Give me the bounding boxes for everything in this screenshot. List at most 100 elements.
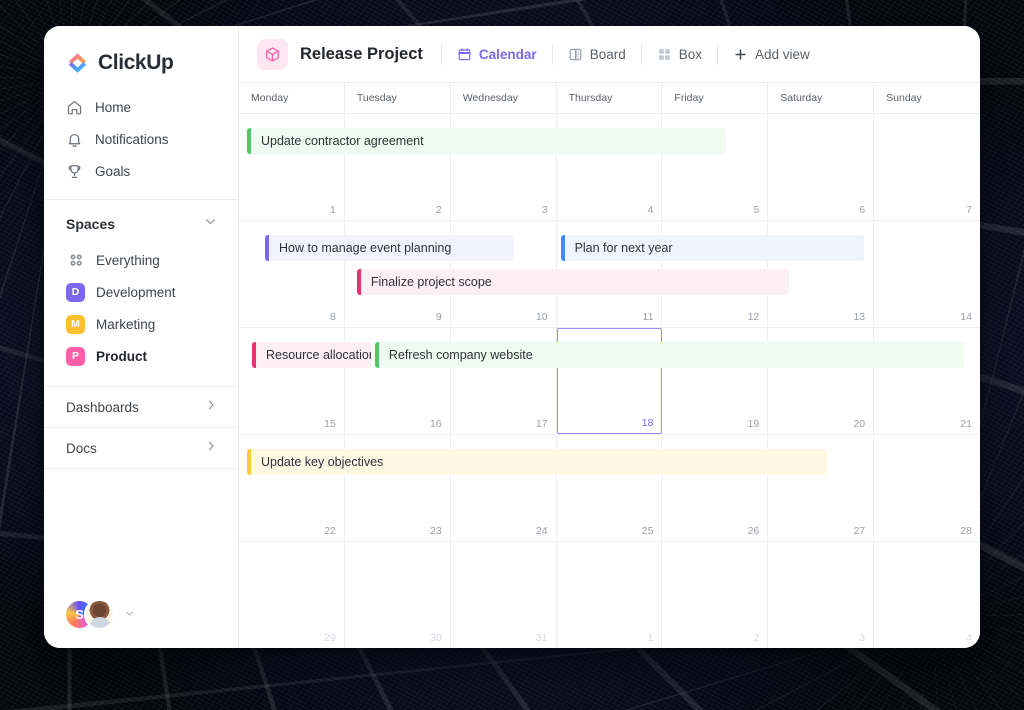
week-grid: 29 30 31 1 2 3 4 <box>239 542 980 648</box>
calendar-weeks: 1234567Update contractor agreement891011… <box>239 114 980 648</box>
sidebar-divider-4 <box>44 468 238 469</box>
day-of-week-wednesday: Wednesday <box>451 83 557 113</box>
event-title: Update key objectives <box>251 455 383 469</box>
calendar-week-row: 891011121314How to manage event planning… <box>239 221 980 328</box>
day-number: 11 <box>643 311 654 323</box>
day-of-week-thursday: Thursday <box>557 83 663 113</box>
calendar-day-cell[interactable]: 7 <box>874 114 980 220</box>
sidebar-item-dashboards[interactable]: Dashboards <box>44 387 238 427</box>
day-number: 1 <box>648 632 654 644</box>
sidebar: ClickUp Home Notifications <box>44 26 239 648</box>
space-label: Development <box>96 285 176 300</box>
event-title: Plan for next year <box>565 241 673 255</box>
spaces-header[interactable]: Spaces <box>44 200 238 244</box>
calendar-event[interactable]: Resource allocation <box>252 342 371 368</box>
sidebar-item-marketing[interactable]: M Marketing <box>44 308 238 340</box>
board-icon <box>568 47 583 62</box>
sidebar-item-label: Dashboards <box>66 400 139 415</box>
chevron-down-icon[interactable] <box>203 214 218 234</box>
event-title: Update contractor agreement <box>251 134 424 148</box>
day-number: 30 <box>430 632 442 644</box>
calendar-week-row: 1234567Update contractor agreement <box>239 114 980 221</box>
day-number: 2 <box>436 204 442 216</box>
plus-icon <box>733 47 748 62</box>
event-title: How to manage event planning <box>269 241 451 255</box>
sidebar-item-label: Docs <box>66 441 97 456</box>
calendar-event[interactable]: Update contractor agreement <box>247 128 726 154</box>
event-title: Resource allocation <box>256 348 371 362</box>
space-label: Marketing <box>96 317 155 332</box>
day-of-week-header: MondayTuesdayWednesdayThursdayFridaySatu… <box>239 83 980 114</box>
day-number: 4 <box>966 632 972 644</box>
sidebar-item-development[interactable]: D Development <box>44 276 238 308</box>
calendar-week-row: 29 30 31 1 2 3 4 <box>239 542 980 648</box>
clickup-logo[interactable]: ClickUp <box>44 26 238 91</box>
sidebar-item-label: Home <box>95 100 131 115</box>
day-number: 3 <box>542 204 548 216</box>
day-number: 2 <box>753 632 759 644</box>
sidebar-item-home[interactable]: Home <box>44 91 238 123</box>
sidebar-item-label: Goals <box>95 164 130 179</box>
user-avatars[interactable]: S <box>64 599 135 630</box>
day-number: 25 <box>642 525 654 537</box>
day-number: 6 <box>859 204 865 216</box>
calendar-day-cell[interactable]: 3 <box>768 542 874 648</box>
avatar-photo[interactable] <box>84 599 115 630</box>
day-number: 19 <box>748 418 760 430</box>
day-number: 8 <box>330 311 336 323</box>
calendar-icon <box>457 47 472 62</box>
calendar-day-cell[interactable]: 4 <box>874 542 980 648</box>
sidebar-item-docs[interactable]: Docs <box>44 428 238 468</box>
day-number: 20 <box>853 418 865 430</box>
tab-label: Board <box>590 47 626 62</box>
chevron-right-icon <box>204 398 218 417</box>
tab-calendar[interactable]: Calendar <box>442 47 552 62</box>
space-badge: D <box>66 283 85 302</box>
day-number: 17 <box>536 418 548 430</box>
calendar-day-cell[interactable]: 1 <box>557 542 663 648</box>
tab-board[interactable]: Board <box>553 47 641 62</box>
calendar-day-cell[interactable]: 28 <box>874 435 980 541</box>
day-number: 7 <box>966 204 972 216</box>
day-number: 18 <box>642 417 654 429</box>
brand-name: ClickUp <box>98 51 173 75</box>
day-number: 29 <box>324 632 336 644</box>
day-of-week-friday: Friday <box>662 83 768 113</box>
calendar-day-cell[interactable]: 30 <box>345 542 451 648</box>
calendar-day-cell[interactable]: 31 <box>451 542 557 648</box>
calendar-day-cell[interactable]: 2 <box>662 542 768 648</box>
day-number: 3 <box>859 632 865 644</box>
calendar-event[interactable]: Refresh company website <box>375 342 964 368</box>
add-view-button[interactable]: Add view <box>718 47 825 62</box>
calendar-day-cell[interactable]: 14 <box>874 221 980 327</box>
day-of-week-monday: Monday <box>239 83 345 113</box>
day-number: 10 <box>536 311 548 323</box>
home-icon <box>66 99 83 116</box>
day-number: 22 <box>324 525 336 537</box>
calendar-day-cell[interactable]: 29 <box>239 542 345 648</box>
day-number: 9 <box>436 311 442 323</box>
calendar-event[interactable]: How to manage event planning <box>265 235 514 261</box>
calendar-event[interactable]: Finalize project scope <box>357 269 790 295</box>
calendar-week-row: 22232425262728Update key objectives <box>239 435 980 542</box>
chevron-down-icon[interactable] <box>124 606 135 624</box>
day-number: 1 <box>330 204 336 216</box>
day-number: 27 <box>853 525 865 537</box>
day-of-week-tuesday: Tuesday <box>345 83 451 113</box>
sidebar-item-notifications[interactable]: Notifications <box>44 123 238 155</box>
calendar-week-row: 15161718192021Resource allocationRefresh… <box>239 328 980 435</box>
sidebar-item-goals[interactable]: Goals <box>44 155 238 187</box>
calendar-event[interactable]: Plan for next year <box>561 235 864 261</box>
cube-icon <box>257 39 288 70</box>
event-title: Refresh company website <box>379 348 533 362</box>
toolbar: Release Project Calendar <box>239 26 980 82</box>
clickup-logo-icon <box>65 50 90 75</box>
page-title: Release Project <box>300 45 423 64</box>
tab-box[interactable]: Box <box>642 47 717 62</box>
sidebar-item-product[interactable]: P Product <box>44 340 238 372</box>
day-number: 12 <box>748 311 760 323</box>
sidebar-item-everything[interactable]: Everything <box>44 244 238 276</box>
calendar-event[interactable]: Update key objectives <box>247 449 827 475</box>
calendar-day-cell[interactable]: 6 <box>768 114 874 220</box>
main-panel: Release Project Calendar <box>239 26 980 648</box>
